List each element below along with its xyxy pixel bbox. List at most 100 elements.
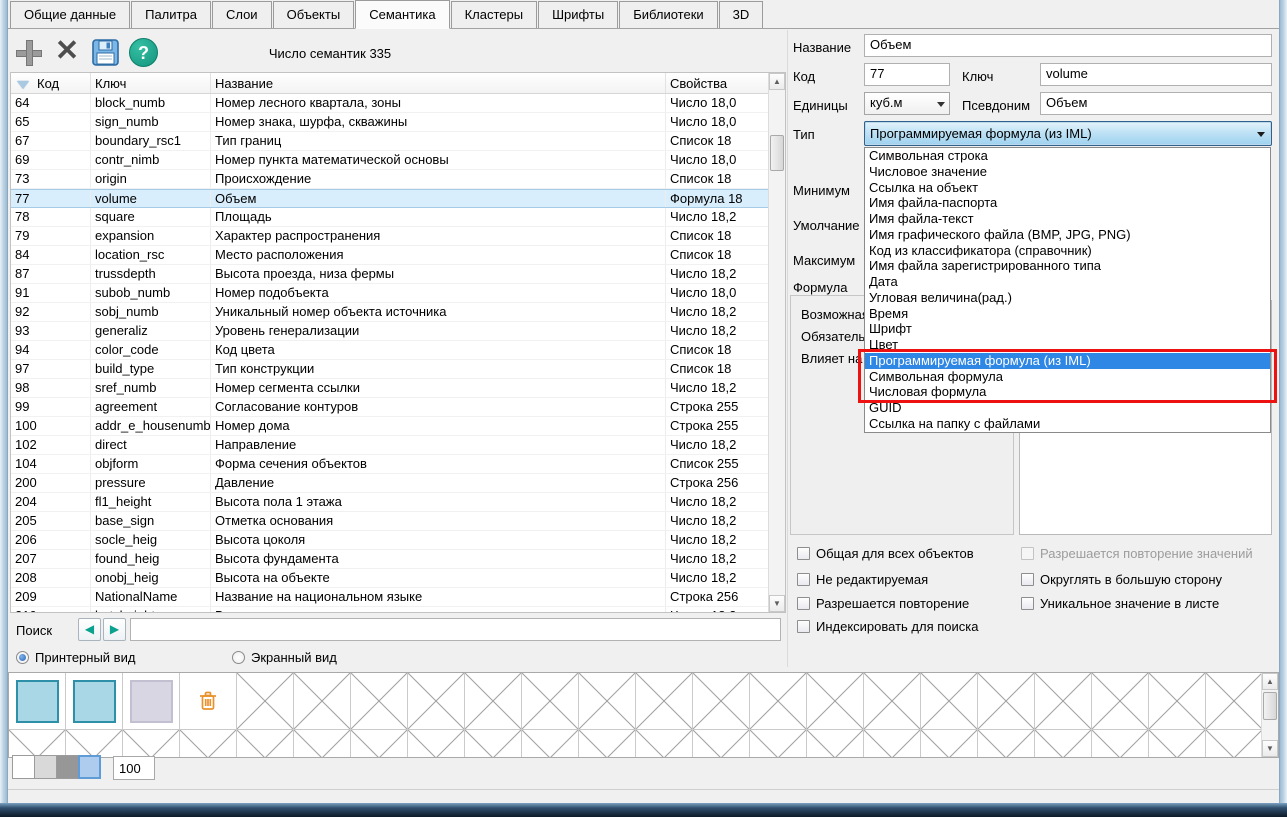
palette-scale-input[interactable] bbox=[113, 756, 155, 780]
palette-empty-cell[interactable] bbox=[636, 730, 693, 757]
palette-empty-cell[interactable] bbox=[864, 730, 921, 757]
table-row[interactable]: 208onobj_heigВысота на объектеЧисло 18,2 bbox=[11, 569, 768, 588]
palette-empty-cell[interactable] bbox=[1149, 673, 1206, 730]
table-row[interactable]: 69contr_nimbНомер пункта математической … bbox=[11, 151, 768, 170]
tab-Шрифты[interactable]: Шрифты bbox=[538, 1, 618, 28]
screen-view-radio[interactable]: Экранный вид bbox=[232, 650, 337, 665]
scroll-down-icon[interactable] bbox=[1262, 740, 1278, 757]
palette-empty-cell[interactable] bbox=[1206, 730, 1261, 757]
search-prev-button[interactable] bbox=[78, 618, 101, 641]
table-row[interactable]: 206socle_heigВысота цоколяЧисло 18,2 bbox=[11, 531, 768, 550]
save-icon[interactable] bbox=[92, 39, 119, 66]
checkbox[interactable] bbox=[797, 597, 810, 610]
table-row[interactable]: 92sobj_numbУникальный номер объекта исто… bbox=[11, 303, 768, 322]
code-field[interactable]: 77 bbox=[864, 63, 950, 86]
checkbox-row[interactable]: Индексировать для поиска bbox=[797, 618, 979, 634]
palette-empty-cell[interactable] bbox=[1092, 673, 1149, 730]
sort-icon[interactable] bbox=[17, 81, 29, 89]
table-row[interactable]: 209NationalNameНазвание на национальном … bbox=[11, 588, 768, 607]
palette-swatch-cell[interactable] bbox=[66, 673, 123, 730]
table-row[interactable]: 205base_signОтметка основанияЧисло 18,2 bbox=[11, 512, 768, 531]
palette-empty-cell[interactable] bbox=[522, 673, 579, 730]
palette-empty-cell[interactable] bbox=[579, 673, 636, 730]
table-row[interactable]: 94color_codeКод цветаСписок 18 bbox=[11, 341, 768, 360]
palette-scrollbar[interactable] bbox=[1261, 673, 1278, 757]
tab-Семантика[interactable]: Семантика bbox=[355, 0, 449, 29]
palette-empty-cell[interactable] bbox=[9, 730, 66, 757]
table-row[interactable]: 87trussdepthВысота проезда, низа фермыЧи… bbox=[11, 265, 768, 284]
tab-3D[interactable]: 3D bbox=[719, 1, 764, 28]
bg-blue-button[interactable] bbox=[78, 755, 101, 779]
dropdown-option[interactable]: Угловая величина(рад.) bbox=[865, 290, 1270, 306]
checkbox[interactable] bbox=[797, 573, 810, 586]
checkbox-row[interactable]: Разрешается повторение bbox=[797, 595, 969, 611]
table-row[interactable]: 77volumeОбъемФормула 18 bbox=[11, 189, 768, 208]
dropdown-option[interactable]: Числовое значение bbox=[865, 164, 1270, 180]
tab-Общие данные[interactable]: Общие данные bbox=[10, 1, 130, 28]
bg-lightgray-button[interactable] bbox=[34, 755, 57, 779]
printer-view-radio[interactable]: Принтерный вид bbox=[16, 650, 135, 665]
table-row[interactable]: 102directНаправлениеЧисло 18,2 bbox=[11, 436, 768, 455]
table-row[interactable]: 200pressureДавлениеСтрока 256 bbox=[11, 474, 768, 493]
palette-empty-cell[interactable] bbox=[750, 673, 807, 730]
search-next-button[interactable] bbox=[103, 618, 126, 641]
table-row[interactable]: 78squareПлощадьЧисло 18,2 bbox=[11, 208, 768, 227]
help-icon[interactable] bbox=[129, 38, 158, 67]
column-header-Код[interactable]: Код bbox=[11, 73, 91, 93]
table-row[interactable]: 73originПроисхождениеСписок 18 bbox=[11, 170, 768, 189]
scrollbar-thumb[interactable] bbox=[770, 135, 784, 171]
dropdown-option[interactable]: Имя файла зарегистрированного типа bbox=[865, 258, 1270, 274]
table-row[interactable]: 79expansionХарактер распространенияСписо… bbox=[11, 227, 768, 246]
dropdown-option[interactable]: Имя файла-текст bbox=[865, 211, 1270, 227]
scrollbar-thumb[interactable] bbox=[1263, 692, 1277, 720]
alias-field[interactable]: Объем bbox=[1040, 92, 1272, 115]
table-row[interactable]: 93generalizУровень генерализацииЧисло 18… bbox=[11, 322, 768, 341]
table-row[interactable]: 98sref_numbНомер сегмента ссылкиЧисло 18… bbox=[11, 379, 768, 398]
palette-empty-cell[interactable] bbox=[693, 673, 750, 730]
bg-darkgray-button[interactable] bbox=[56, 755, 79, 779]
table-row[interactable]: 104objformФорма сечения объектовСписок 2… bbox=[11, 455, 768, 474]
palette-empty-cell[interactable] bbox=[1035, 673, 1092, 730]
palette-empty-cell[interactable] bbox=[123, 730, 180, 757]
table-row[interactable]: 100addr_e_housenumberНомер домаСтрока 25… bbox=[11, 417, 768, 436]
table-row[interactable]: 210hatcheightВысотаЧисло 18,2 bbox=[11, 607, 768, 612]
palette-empty-cell[interactable] bbox=[579, 730, 636, 757]
palette-empty-cell[interactable] bbox=[237, 673, 294, 730]
tab-Объекты[interactable]: Объекты bbox=[273, 1, 355, 28]
palette-empty-cell[interactable] bbox=[1092, 730, 1149, 757]
tab-Палитра[interactable]: Палитра bbox=[131, 1, 211, 28]
column-header-Свойства[interactable]: Свойства bbox=[666, 73, 770, 93]
dropdown-option[interactable]: Ссылка на объект bbox=[865, 180, 1270, 196]
table-row[interactable]: 84location_rscМесто расположенияСписок 1… bbox=[11, 246, 768, 265]
radio-icon[interactable] bbox=[16, 651, 29, 664]
checkbox-row[interactable]: Общая для всех объектов bbox=[797, 545, 974, 561]
table-row[interactable]: 97build_typeТип конструкцииСписок 18 bbox=[11, 360, 768, 379]
dropdown-option[interactable]: Имя графического файла (BMP, JPG, PNG) bbox=[865, 227, 1270, 243]
palette-empty-cell[interactable] bbox=[1149, 730, 1206, 757]
palette-empty-cell[interactable] bbox=[978, 673, 1035, 730]
palette-swatch-cell[interactable] bbox=[9, 673, 66, 730]
palette-empty-cell[interactable] bbox=[693, 730, 750, 757]
search-input[interactable] bbox=[130, 618, 781, 641]
delete-semantic-button[interactable] bbox=[52, 36, 82, 66]
table-row[interactable]: 65sign_numbНомер знака, шурфа, скважиныЧ… bbox=[11, 113, 768, 132]
scroll-up-icon[interactable] bbox=[769, 73, 785, 90]
palette-empty-cell[interactable] bbox=[1035, 730, 1092, 757]
checkbox[interactable] bbox=[1021, 573, 1034, 586]
palette-empty-cell[interactable] bbox=[750, 730, 807, 757]
palette-empty-cell[interactable] bbox=[237, 730, 294, 757]
table-scrollbar[interactable] bbox=[768, 73, 785, 612]
table-row[interactable]: 207found_heigВысота фундаментаЧисло 18,2 bbox=[11, 550, 768, 569]
palette-empty-cell[interactable] bbox=[921, 730, 978, 757]
dropdown-option[interactable]: Имя файла-паспорта bbox=[865, 195, 1270, 211]
dropdown-option[interactable]: Время bbox=[865, 306, 1270, 322]
units-combobox[interactable]: куб.м bbox=[864, 92, 950, 115]
checkbox-row[interactable]: Уникальное значение в листе bbox=[1021, 595, 1219, 611]
palette-empty-cell[interactable] bbox=[1206, 673, 1261, 730]
palette-empty-cell[interactable] bbox=[66, 730, 123, 757]
dropdown-option[interactable]: Шрифт bbox=[865, 321, 1270, 337]
palette-empty-cell[interactable] bbox=[465, 673, 522, 730]
palette-empty-cell[interactable] bbox=[294, 730, 351, 757]
checkbox-row[interactable]: Округлять в большую сторону bbox=[1021, 571, 1222, 587]
table-row[interactable]: 91subob_numbНомер подобъектаЧисло 18,0 bbox=[11, 284, 768, 303]
